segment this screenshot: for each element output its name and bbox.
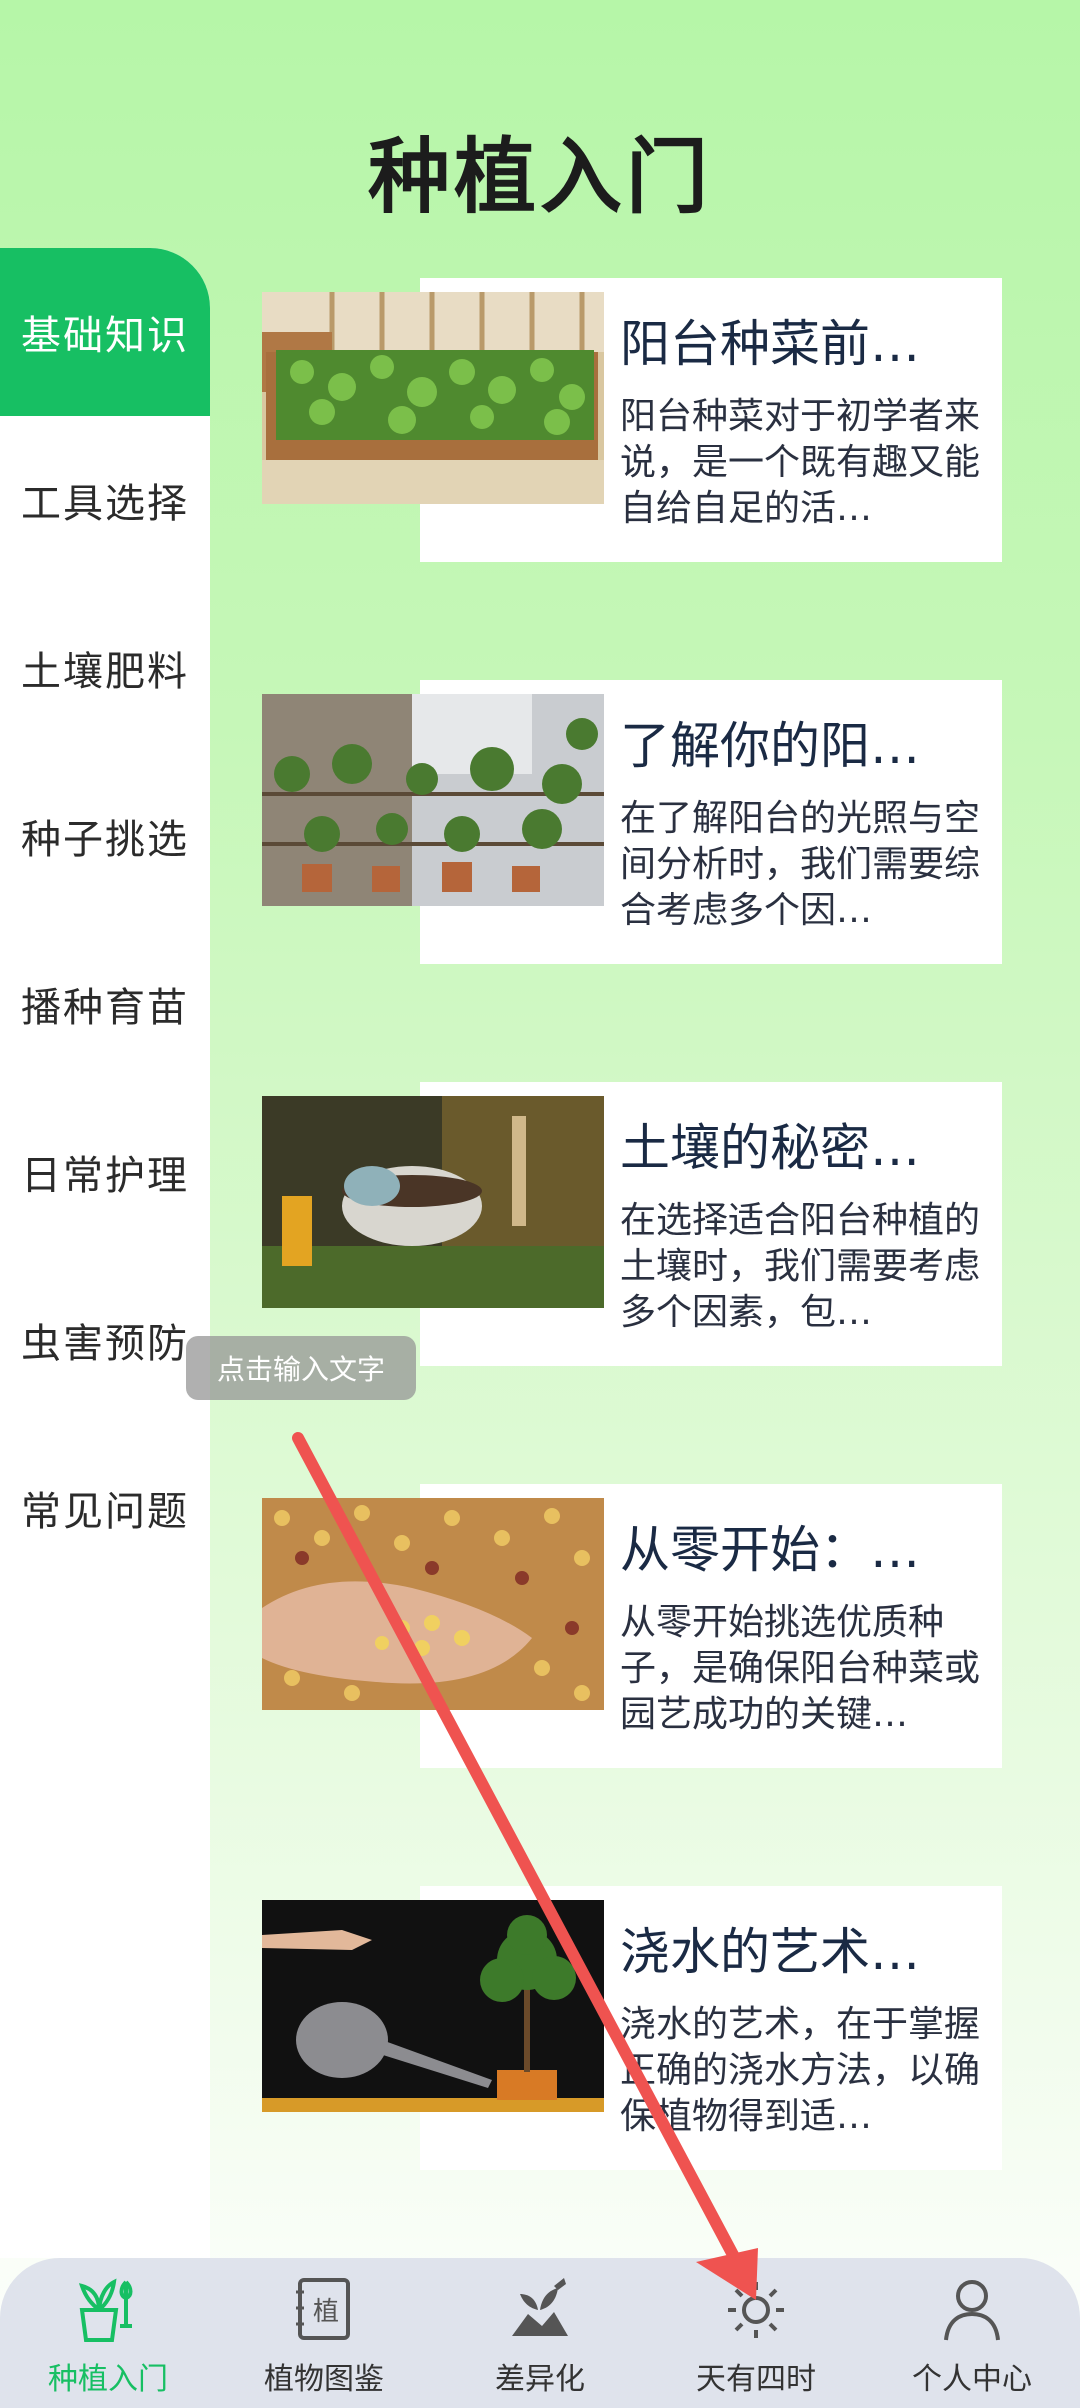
sidebar-item-tools[interactable]: 工具选择 [0, 416, 210, 584]
sidebar-item-basics[interactable]: 基础知识 [0, 248, 210, 416]
tab-plant-guide[interactable]: 植 植物图鉴 [216, 2258, 432, 2408]
sidebar-item-soil[interactable]: 土壤肥料 [0, 584, 210, 752]
plant-book-icon: 植 [292, 2274, 356, 2344]
differentiation-icon [508, 2274, 572, 2344]
article-summary: 阳台种菜对于初学者来说，是一个既有趣又能自给自足的活… [620, 396, 981, 529]
sidebar-item-care[interactable]: 日常护理 [0, 1088, 210, 1256]
article-card[interactable]: 土壤的秘密… 在选择适合阳台种植的土壤时，我们需要考虑多个因素，包… [262, 1082, 1002, 1366]
sun-icon [724, 2274, 788, 2344]
page-title: 种植入门 [367, 130, 712, 225]
article-card[interactable]: 从零开始：… 从零开始挑选优质种子，是确保阳台种菜或园艺成功的关键… [262, 1484, 1002, 1768]
article-thumbnail [262, 1096, 604, 1308]
person-icon [940, 2274, 1004, 2344]
tab-profile[interactable]: 个人中心 [864, 2258, 1080, 2408]
sidebar-item-pests[interactable]: 虫害预防 [0, 1256, 210, 1424]
sidebar-item-faq[interactable]: 常见问题 [0, 1424, 210, 1592]
svg-text:植: 植 [313, 2297, 339, 2327]
article-title: 了解你的阳… [620, 717, 920, 775]
input-hint-tooltip[interactable]: 点击输入文字 [186, 1336, 416, 1400]
article-summary: 从零开始挑选优质种子，是确保阳台种菜或园艺成功的关键… [620, 1602, 981, 1735]
article-title: 从零开始：… [620, 1521, 920, 1579]
bottom-tab-bar: 种植入门 植 植物图鉴 差异化 天有四时 个人中心 [0, 2258, 1080, 2408]
tab-differentiation[interactable]: 差异化 [432, 2258, 648, 2408]
article-card[interactable]: 阳台种菜前… 阳台种菜对于初学者来说，是一个既有趣又能自给自足的活… [262, 278, 1002, 562]
article-card[interactable]: 浇水的艺术… 浇水的艺术，在于掌握正确的浇水方法，以确保植物得到适… [262, 1886, 1002, 2170]
category-sidebar: 基础知识 工具选择 土壤肥料 种子挑选 播种育苗 日常护理 虫害预防 常见问题 [0, 248, 210, 2258]
article-summary: 在选择适合阳台种植的土壤时，我们需要考虑多个因素，包… [620, 1200, 981, 1333]
sidebar-item-sowing[interactable]: 播种育苗 [0, 920, 210, 1088]
article-thumbnail [262, 1900, 604, 2112]
tab-label: 差异化 [495, 2362, 585, 2397]
article-title: 土壤的秘密… [620, 1119, 920, 1177]
article-thumbnail [262, 292, 604, 504]
sidebar-item-seeds[interactable]: 种子挑选 [0, 752, 210, 920]
tab-label: 植物图鉴 [264, 2362, 384, 2397]
article-thumbnail [262, 694, 604, 906]
tab-seasons[interactable]: 天有四时 [648, 2258, 864, 2408]
planting-icon [76, 2274, 140, 2344]
article-summary: 浇水的艺术，在于掌握正确的浇水方法，以确保植物得到适… [620, 2004, 981, 2137]
article-title: 浇水的艺术… [620, 1923, 920, 1981]
tab-label: 种植入门 [48, 2362, 168, 2397]
tab-planting-intro[interactable]: 种植入门 [0, 2258, 216, 2408]
article-thumbnail [262, 1498, 604, 1710]
article-summary: 在了解阳台的光照与空间分析时，我们需要综合考虑多个因… [620, 798, 981, 931]
tab-label: 天有四时 [696, 2362, 816, 2397]
article-card[interactable]: 了解你的阳… 在了解阳台的光照与空间分析时，我们需要综合考虑多个因… [262, 680, 1002, 964]
tab-label: 个人中心 [912, 2362, 1032, 2397]
article-title: 阳台种菜前… [620, 315, 920, 373]
